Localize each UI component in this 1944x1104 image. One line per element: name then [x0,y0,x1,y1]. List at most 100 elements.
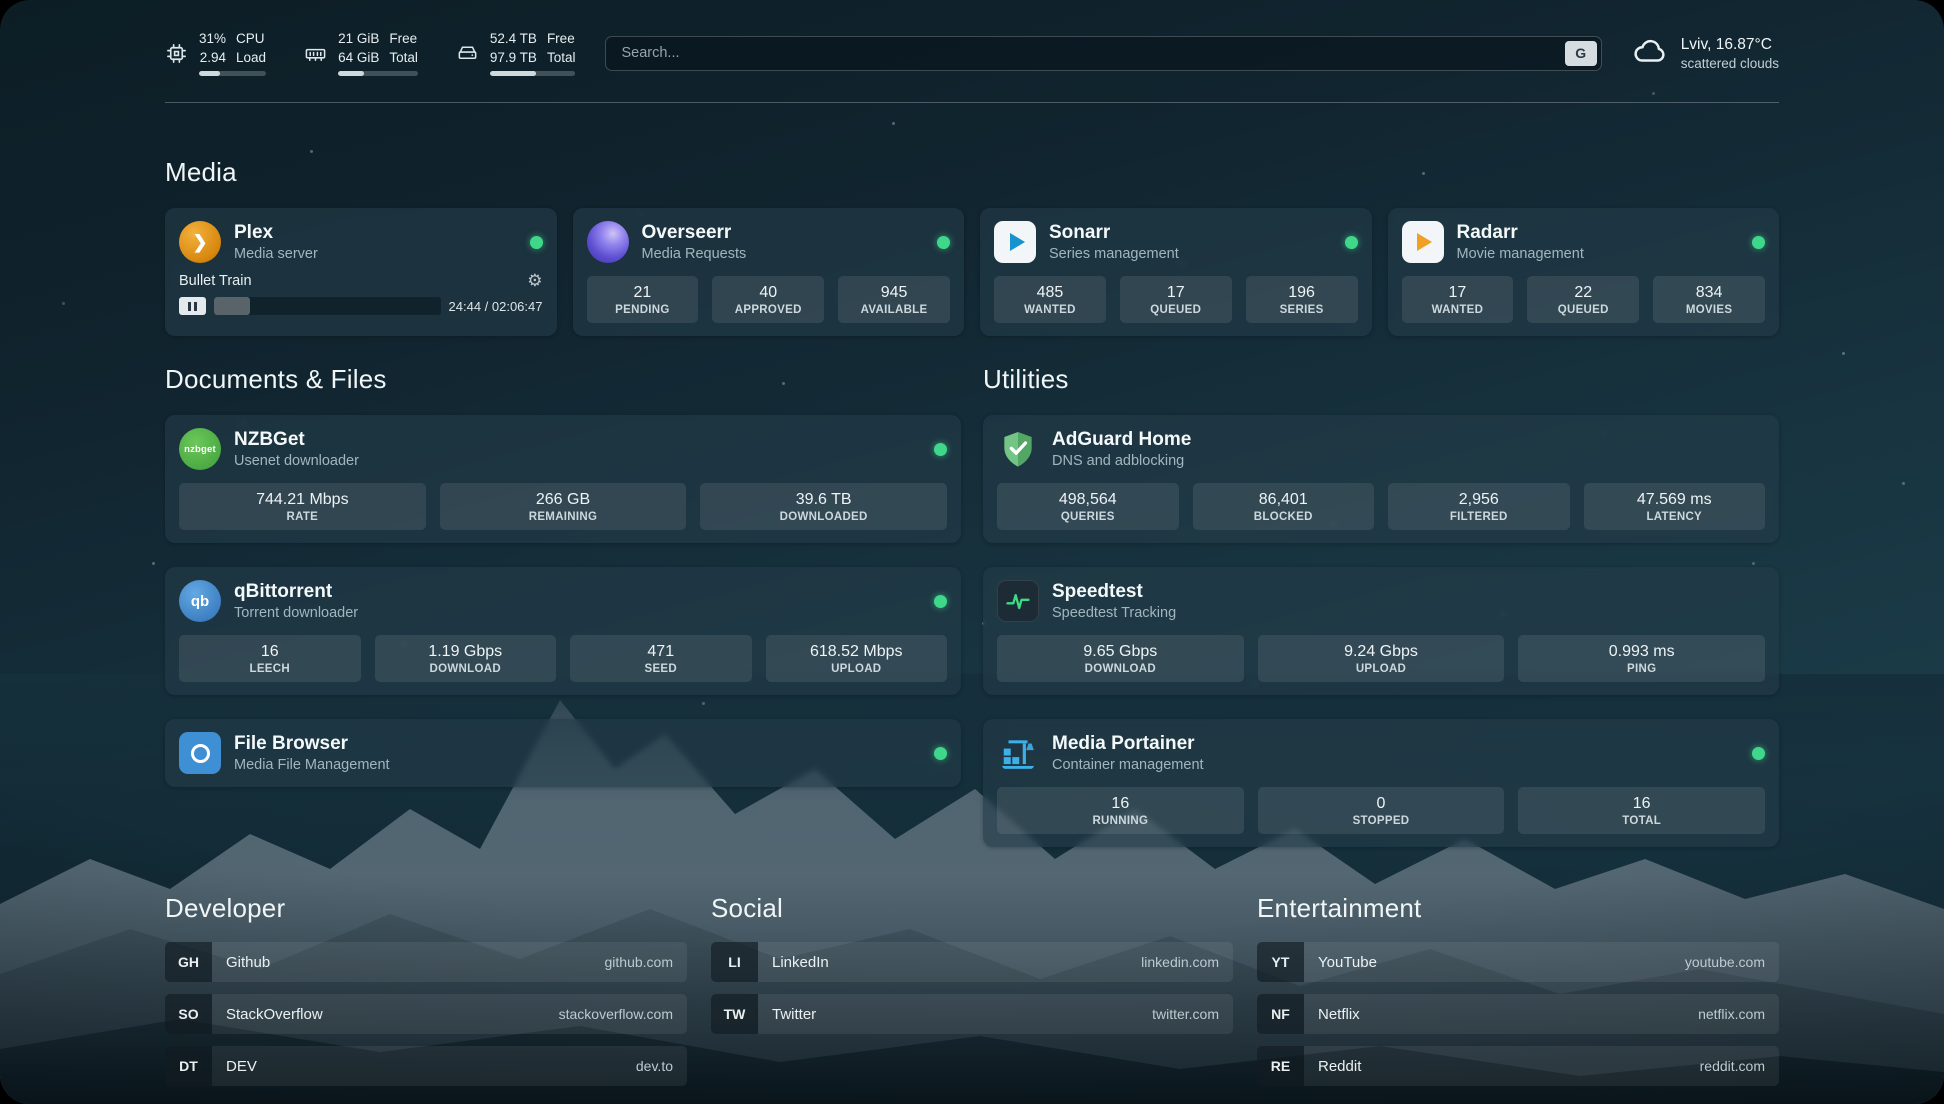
service-subtitle-filebrowser: Media File Management [234,757,390,773]
card-overseerr: Overseerr Media Requests 21 PENDING 40 A… [573,208,965,336]
stat-queries: 498,564 QUERIES [997,483,1179,530]
stat-rate: 744.21 Mbps RATE [179,483,426,530]
resource-widgets: 31% CPU 2.94 Load [165,30,575,76]
service-subtitle-qbittorrent: Torrent downloader [234,605,358,621]
plex-icon: ❯ [179,221,221,263]
filebrowser-icon [179,732,221,774]
cpu-usage-label: CPU [236,30,266,48]
stat-queued: 22 QUEUED [1527,276,1639,323]
bookmark-url: youtube.com [1685,954,1765,970]
status-dot [1752,236,1765,249]
section-documents: Documents & Files nzbget NZBGet Usenet d… [165,364,961,847]
bookmark-abbr: SO [165,994,212,1034]
service-name-radarr[interactable]: Radarr [1457,222,1584,244]
status-dot [530,236,543,249]
bookmark-reddit[interactable]: RE Reddit reddit.com [1257,1046,1779,1086]
bookmark-github[interactable]: GH Github github.com [165,942,687,982]
cpu-load-value: 2.94 [199,49,226,67]
cpu-progress-bar [199,71,266,76]
stat-wanted: 17 WANTED [1402,276,1514,323]
disk-widget: 52.4 TB Free 97.9 TB Total [456,30,576,76]
section-title-entertainment: Entertainment [1257,893,1779,924]
stat-downloaded: 39.6 TB DOWNLOADED [700,483,947,530]
bookmark-name: Github [226,954,270,971]
bookmark-twitter[interactable]: TW Twitter twitter.com [711,994,1233,1034]
bookmark-abbr: DT [165,1046,212,1086]
service-subtitle-plex: Media server [234,246,318,262]
header-divider [165,102,1779,103]
bookmark-abbr: GH [165,942,212,982]
section-utilities: Utilities [983,364,1779,847]
stat-upload: 9.24 Gbps UPLOAD [1258,635,1505,682]
bookmark-name: Netflix [1318,1006,1360,1023]
service-name-speedtest[interactable]: Speedtest [1052,581,1176,603]
card-portainer: Media Portainer Container management 16 … [983,719,1779,847]
cpu-widget: 31% CPU 2.94 Load [165,30,266,76]
stat-download: 1.19 Gbps DOWNLOAD [375,635,557,682]
bookmark-abbr: TW [711,994,758,1034]
bookmark-abbr: RE [1257,1046,1304,1086]
bookmark-url: stackoverflow.com [559,1006,673,1022]
memory-progress-bar [338,71,418,76]
top-bar: 31% CPU 2.94 Load [165,30,1779,76]
stat-upload: 618.52 Mbps UPLOAD [766,635,948,682]
cpu-load-label: Load [236,49,266,67]
service-name-plex[interactable]: Plex [234,222,318,244]
cloud-icon [1632,32,1669,74]
bookmark-url: reddit.com [1700,1058,1765,1074]
speedtest-icon [997,580,1039,622]
status-dot [1345,236,1358,249]
radarr-icon [1402,221,1444,263]
bookmark-name: StackOverflow [226,1006,323,1023]
stat-leech: 16 LEECH [179,635,361,682]
card-plex: ❯ Plex Media server Bullet Train ⚙ [165,208,557,336]
playback-progress-bar[interactable] [214,297,441,315]
card-nzbget: nzbget NZBGet Usenet downloader 744.21 M… [165,415,961,543]
service-name-overseerr[interactable]: Overseerr [642,222,747,244]
gear-icon[interactable]: ⚙ [527,272,542,289]
search-input[interactable] [605,36,1601,71]
service-name-portainer[interactable]: Media Portainer [1052,733,1204,755]
stat-seed: 471 SEED [570,635,752,682]
now-playing-title: Bullet Train [179,273,252,289]
bookmark-url: github.com [605,954,673,970]
bookmark-netflix[interactable]: NF Netflix netflix.com [1257,994,1779,1034]
service-subtitle-speedtest: Speedtest Tracking [1052,605,1176,621]
stat-stopped: 0 STOPPED [1258,787,1505,834]
disk-total-label: Total [547,49,576,67]
service-name-sonarr[interactable]: Sonarr [1049,222,1179,244]
cpu-icon [165,42,188,65]
stat-approved: 40 APPROVED [712,276,824,323]
card-adguard: AdGuard Home DNS and adblocking 498,564 … [983,415,1779,543]
search-provider-button[interactable]: G [1565,41,1597,66]
stat-latency: 47.569 ms LATENCY [1584,483,1766,530]
status-dot [934,443,947,456]
section-title-social: Social [711,893,1233,924]
service-name-qbittorrent[interactable]: qBittorrent [234,581,358,603]
portainer-icon [997,732,1039,774]
adguard-icon [997,428,1039,470]
service-name-adguard[interactable]: AdGuard Home [1052,429,1191,451]
stat-movies: 834 MOVIES [1653,276,1765,323]
memory-free-label: Free [389,30,418,48]
bookmark-linkedin[interactable]: LI LinkedIn linkedin.com [711,942,1233,982]
qbittorrent-icon: qb [179,580,221,622]
search-bar: G [605,36,1601,71]
stat-wanted: 485 WANTED [994,276,1106,323]
service-subtitle-nzbget: Usenet downloader [234,453,359,469]
service-name-filebrowser[interactable]: File Browser [234,733,390,755]
service-name-nzbget[interactable]: NZBGet [234,429,359,451]
service-subtitle-sonarr: Series management [1049,246,1179,262]
section-title-developer: Developer [165,893,687,924]
memory-total-label: Total [389,49,418,67]
bookmark-abbr: YT [1257,942,1304,982]
service-subtitle-radarr: Movie management [1457,246,1584,262]
bookmark-abbr: NF [1257,994,1304,1034]
status-dot [937,236,950,249]
bookmark-stackoverflow[interactable]: SO StackOverflow stackoverflow.com [165,994,687,1034]
bookmark-dev[interactable]: DT DEV dev.to [165,1046,687,1086]
stat-remaining: 266 GB REMAINING [440,483,687,530]
card-sonarr: Sonarr Series management 485 WANTED 17 Q… [980,208,1372,336]
pause-button[interactable] [179,297,206,315]
bookmark-youtube[interactable]: YT YouTube youtube.com [1257,942,1779,982]
